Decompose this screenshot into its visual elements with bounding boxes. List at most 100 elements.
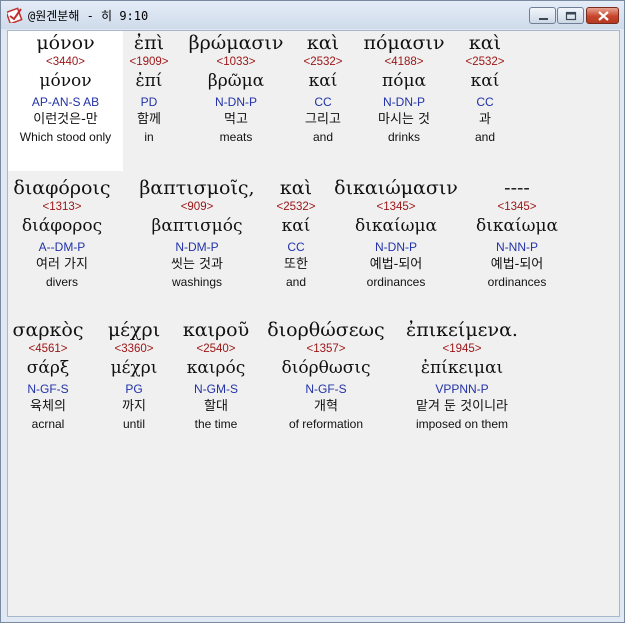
word-block[interactable]: καὶ <2532> καί CC 과 and [457,31,513,145]
english-gloss: Which stood only [19,130,112,144]
parsing-code: AP-AN-S AB [31,95,100,109]
strong-number: <4561> [28,343,68,355]
word-block[interactable]: καὶ <2532> καί CC 또한 and [267,176,325,290]
parsing-code: VPPNN-P [435,382,489,396]
word-block[interactable]: μόνον <3440> μόνον AP-AN-S AB 이런것은-만 Whi… [8,31,123,171]
interlinear-view[interactable]: μόνον <3440> μόνον AP-AN-S AB 이런것은-만 Whi… [7,30,620,617]
lemma: πόμα [382,71,426,91]
lemma: ἐπίκειμαι [420,358,504,378]
greek-word: δικαιώμασιν [334,177,458,199]
strong-number: <909> [180,201,214,213]
lemma: δικαίωμα [475,216,559,236]
english-gloss: of reformation [288,417,364,431]
parsing-code: PD [140,95,158,109]
greek-word: ἐπὶ [133,32,165,54]
word-block[interactable]: καὶ <2532> καί CC 그리고 and [294,31,352,145]
english-gloss: until [122,417,145,431]
korean-gloss: 그리고 [305,112,341,127]
parsing-code: N-GF-S [27,382,69,396]
word-block[interactable]: πόμασιν <4188> πόμα N-DN-P 마시는 것 drinks [354,31,454,145]
korean-gloss: 함께 [137,112,161,127]
word-block[interactable]: ἐπικείμενα. <1945> ἐπίκειμαι VPPNN-P 맡겨 … [394,318,530,432]
greek-word: καὶ [279,177,313,199]
strong-number: <1945> [442,343,482,355]
strong-number: <4188> [384,56,424,68]
parsing-code: CC [476,95,494,109]
greek-word: καιροῦ [182,319,250,341]
korean-gloss: 맡겨 둔 것이니라 [416,399,508,414]
lemma: μέχρι [110,358,158,378]
word-block[interactable]: σαρκὸς <4561> σάρξ N-GF-S 육체의 acrnal [8,318,88,432]
korean-gloss: 할대 [204,399,228,414]
strong-number: <1313> [42,201,82,213]
word-block[interactable]: ἐπὶ <1909> ἐπί PD 함께 in [123,31,175,145]
english-gloss: acrnal [31,417,65,431]
app-icon[interactable] [5,7,23,25]
strong-number: <1345> [376,201,416,213]
english-gloss: ordinances [487,275,547,289]
word-block[interactable]: δικαιώμασιν <1345> δικαίωμα N-DN-P 예법-되어… [326,176,466,290]
korean-gloss: 또한 [284,257,308,272]
lemma: διάφορος [21,216,103,236]
english-gloss: washings [171,275,223,289]
word-block[interactable]: βρώμασιν <1033> βρῶμα N-DN-P 먹고 meats [180,31,292,145]
english-gloss: and [312,130,334,144]
lemma: καί [281,216,311,236]
lemma: δικαίωμα [354,216,438,236]
lemma: καί [470,71,500,91]
strong-number: <3440> [45,56,85,68]
word-block[interactable]: διαφόροις <1313> διάφορος A--DM-P 여러 가지 … [8,176,116,290]
korean-gloss: 까지 [122,399,146,414]
strong-number: <2532> [465,56,505,68]
lemma: βρῶμα [207,71,265,91]
minimize-button[interactable] [529,7,556,24]
strong-number: <2532> [276,201,316,213]
parsing-code: N-GM-S [194,382,238,396]
korean-gloss: 먹고 [224,112,248,127]
word-block[interactable]: ---- <1345> δικαίωμα N-NN-P 예법-되어 ordina… [468,176,566,290]
lemma: ἐπί [135,71,163,91]
maximize-button[interactable] [557,7,584,24]
parsing-code: A--DM-P [38,240,86,254]
greek-word: βαπτισμοῖς, [139,177,255,199]
strong-number: <1357> [306,343,346,355]
window-title: @원겐분해 - 히 9:10 [28,9,149,23]
greek-word: καὶ [468,32,502,54]
lemma: καί [308,71,338,91]
english-gloss: and [474,130,496,144]
korean-gloss: 개혁 [314,399,338,414]
greek-word: βρώμασιν [188,32,284,54]
parsing-code: N-DN-P [375,240,417,254]
strong-number: <2540> [196,343,236,355]
lemma: καιρός [186,358,246,378]
close-button[interactable] [586,7,619,24]
korean-gloss: 마시는 것 [378,112,430,127]
english-gloss: ordinances [366,275,426,289]
greek-word: ---- [504,177,530,199]
greek-word: διαφόροις [13,177,111,199]
korean-gloss: 예법-되어 [490,257,544,272]
parsing-code: N-DM-P [175,240,219,254]
word-block[interactable]: βαπτισμοῖς, <909> βαπτισμός N-DM-P 씻는 것과… [123,176,271,290]
english-gloss: drinks [387,130,420,144]
lemma: μόνον [39,71,92,91]
word-block[interactable]: καιροῦ <2540> καιρός N-GM-S 할대 the time [176,318,256,432]
greek-word: μέχρι [107,319,161,341]
greek-word: σαρκὸς [12,319,84,341]
lemma: βαπτισμός [151,216,243,236]
title-bar[interactable]: @원겐분해 - 히 9:10 [1,1,624,29]
word-block[interactable]: διορθώσεως <1357> διόρθωσις N-GF-S 개혁 of… [262,318,390,432]
greek-word: ἐπικείμενα. [406,319,518,341]
korean-gloss: 이런것은-만 [33,112,98,127]
greek-word: διορθώσεως [267,319,385,341]
english-gloss: meats [219,130,253,144]
korean-gloss: 여러 가지 [36,257,88,272]
greek-word: καὶ [306,32,340,54]
english-gloss: imposed on them [415,417,509,431]
english-gloss: the time [194,417,238,431]
greek-word: μόνον [36,32,95,54]
korean-gloss: 예법-되어 [369,257,423,272]
word-block[interactable]: μέχρι <3360> μέχρι PG 까지 until [102,318,166,432]
parsing-code: CC [314,95,332,109]
korean-gloss: 과 [479,112,491,127]
